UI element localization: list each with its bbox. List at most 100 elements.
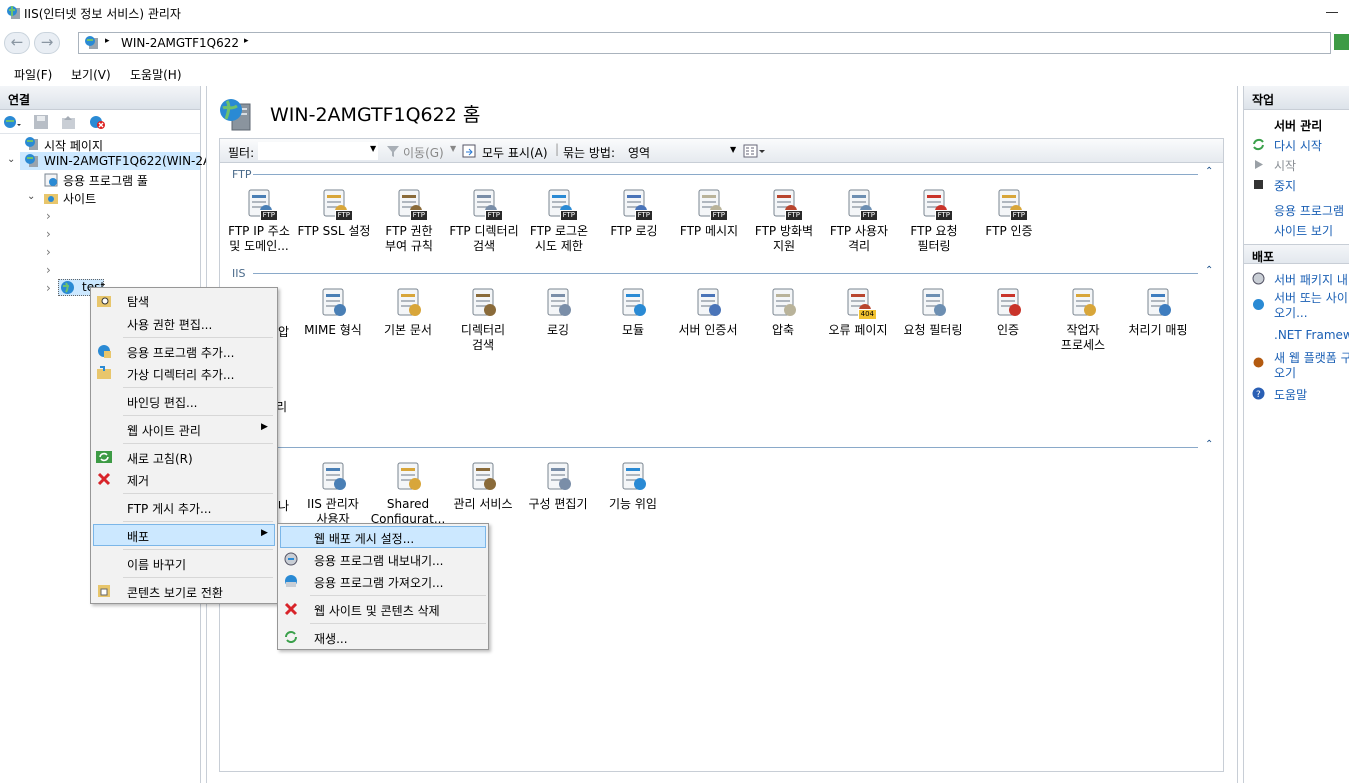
collapse-arrow-icon[interactable]: ⌄: [27, 191, 35, 202]
menu-add-ftp-publishing[interactable]: FTP 게시 추가...: [127, 500, 212, 517]
menu-edit-permissions[interactable]: 사용 권한 편집...: [127, 316, 212, 333]
feature-tile[interactable]: FTP FTP 방화벽 지원: [746, 187, 822, 254]
disconnect-icon[interactable]: [89, 114, 107, 130]
feature-tile[interactable]: 디렉터리 검색: [445, 286, 521, 353]
feature-tile[interactable]: 기능 위임: [595, 460, 671, 512]
feature-tile[interactable]: FTP FTP SSL 설정: [296, 187, 372, 239]
tree-server[interactable]: WIN-2AMGTF1Q622(WIN-2A: [44, 154, 211, 168]
action-view-sites[interactable]: 사이트 보기: [1274, 222, 1333, 239]
view-mode-icon[interactable]: [743, 144, 767, 158]
menu-help[interactable]: 도움말(H): [130, 66, 182, 83]
collapse-group-icon[interactable]: ⌃: [1205, 265, 1213, 276]
address-box[interactable]: ▸ WIN-2AMGTF1Q622 ▸: [78, 32, 1331, 54]
collapse-arrow-icon[interactable]: ⌄: [7, 154, 15, 165]
feature-tile[interactable]: IIS 관리자 사용자: [295, 460, 371, 527]
feature-tile[interactable]: FTP FTP 메시지: [671, 187, 747, 239]
feature-tile[interactable]: 로깅: [520, 286, 596, 338]
menu-file[interactable]: 파일(F): [14, 66, 52, 83]
feature-tile[interactable]: FTP FTP 사용자 격리: [821, 187, 897, 254]
action-stop[interactable]: 중지: [1274, 177, 1296, 194]
collapse-group-icon[interactable]: ⌃: [1205, 439, 1213, 450]
action-start[interactable]: 시작: [1274, 157, 1296, 174]
feature-icon: [916, 286, 950, 320]
feature-tile[interactable]: 기본 문서: [370, 286, 446, 338]
show-all-button[interactable]: 모두 표시(A): [482, 144, 548, 161]
ftp-badge-icon: FTP: [334, 210, 353, 221]
export-package-icon: [1252, 272, 1265, 285]
feature-tile[interactable]: 작업자 프로세스: [1045, 286, 1121, 353]
menu-edit-bindings[interactable]: 바인딩 편집...: [127, 394, 197, 411]
menu-remove[interactable]: 제거: [127, 472, 149, 489]
submenu-import-app[interactable]: 응용 프로그램 가져오기...: [314, 574, 443, 591]
menu-explore[interactable]: 탐색: [127, 293, 149, 310]
feature-tile[interactable]: FTP FTP 로깅: [596, 187, 672, 239]
menu-switch-content-view[interactable]: 콘텐츠 보기로 전환: [127, 584, 223, 601]
action-help[interactable]: 도움말: [1274, 386, 1307, 403]
expand-arrow-icon[interactable]: ›: [46, 227, 51, 241]
breadcrumb-server[interactable]: WIN-2AMGTF1Q622: [121, 36, 239, 50]
menu-deploy[interactable]: 배포: [127, 528, 149, 545]
submenu-export-app[interactable]: 응용 프로그램 내보내기...: [314, 552, 443, 569]
feature-label-line1: 처리기 매핑: [1128, 323, 1188, 337]
submenu-web-deploy-publish[interactable]: 웹 배포 게시 설정...: [314, 530, 414, 547]
feature-tile[interactable]: 처리기 매핑: [1120, 286, 1196, 338]
action-net-framework[interactable]: .NET Framewo: [1274, 328, 1349, 342]
dropdown-arrow-icon[interactable]: ▼: [450, 144, 456, 153]
menu-rename[interactable]: 이름 바꾸기: [127, 556, 186, 573]
ftp-badge-icon: FTP: [409, 210, 428, 221]
feature-tile[interactable]: FTP FTP 로그온 시도 제한: [521, 187, 597, 254]
menu-add-application[interactable]: 응용 프로그램 추가...: [127, 344, 234, 361]
menu-view[interactable]: 보기(V): [71, 66, 111, 83]
go-button[interactable]: 이동(G): [403, 144, 444, 161]
expand-arrow-icon[interactable]: ›: [46, 263, 51, 277]
dropdown-arrow-icon[interactable]: ▼: [370, 144, 376, 153]
menu-manage-website[interactable]: 웹 사이트 관리: [127, 422, 201, 439]
feature-tile[interactable]: 서버 인증서: [670, 286, 746, 338]
save-icon[interactable]: [33, 114, 49, 130]
action-app-pools[interactable]: 응용 프로그램: [1274, 202, 1344, 219]
feature-tile[interactable]: FTP FTP 요청 필터링: [896, 187, 972, 254]
connect-globe-icon[interactable]: [3, 114, 21, 130]
action-web-platform-line2[interactable]: 오기: [1274, 364, 1296, 381]
feature-tile[interactable]: FTP FTP IP 주소 및 도메인...: [221, 187, 297, 254]
content-view-icon: [98, 585, 110, 597]
feature-tile[interactable]: MIME 형식: [295, 286, 371, 338]
action-export-server-package[interactable]: 서버 패키지 내: [1274, 271, 1348, 288]
tree-app-pools[interactable]: 응용 프로그램 풀: [63, 172, 148, 189]
expand-arrow-icon[interactable]: ›: [46, 209, 51, 223]
feature-tile[interactable]: 인증: [970, 286, 1046, 338]
feature-tile[interactable]: 모듈: [595, 286, 671, 338]
tree-sites[interactable]: 사이트: [63, 190, 96, 207]
menu-add-virtual-directory[interactable]: 가상 디렉터리 추가...: [127, 366, 234, 383]
menu-refresh[interactable]: 새로 고침(R): [127, 450, 193, 467]
forward-button[interactable]: →: [34, 32, 60, 54]
feature-icon: [541, 286, 575, 320]
feature-tile[interactable]: 요청 필터링: [895, 286, 971, 338]
action-restart[interactable]: 다시 시작: [1274, 137, 1322, 154]
feature-icon: FTP: [692, 187, 728, 221]
submenu-delete-site[interactable]: 웹 사이트 및 콘텐츠 삭제: [314, 602, 440, 619]
feature-tile[interactable]: Shared Configurat...: [370, 460, 446, 527]
action-import-line2[interactable]: 오기...: [1274, 304, 1308, 321]
breadcrumb-arrow-icon[interactable]: ▸: [244, 36, 249, 46]
feature-label-line2: 필터링: [917, 239, 951, 253]
expand-arrow-icon[interactable]: ›: [46, 245, 51, 259]
feature-tile[interactable]: 압축: [745, 286, 821, 338]
ftp-badge-icon: FTP: [559, 210, 578, 221]
feature-tile[interactable]: 404 오류 페이지: [820, 286, 896, 338]
back-button[interactable]: ←: [4, 32, 30, 54]
filter-input[interactable]: [258, 142, 378, 160]
feature-tile[interactable]: FTP FTP 인증: [971, 187, 1047, 239]
refresh-address-icon[interactable]: [1334, 34, 1349, 50]
expand-arrow-icon[interactable]: ›: [46, 281, 51, 295]
feature-tile[interactable]: 관리 서비스: [445, 460, 521, 512]
feature-tile[interactable]: FTP FTP 권한 부여 규칙: [371, 187, 447, 254]
feature-tile[interactable]: FTP FTP 디렉터리 검색: [446, 187, 522, 254]
group-by-select[interactable]: 영역 ▼: [622, 142, 742, 160]
error-code-icon: 404: [857, 309, 877, 320]
minimize-button[interactable]: [1326, 12, 1338, 13]
collapse-group-icon[interactable]: ⌃: [1205, 166, 1213, 177]
up-level-icon[interactable]: [60, 114, 76, 130]
submenu-recycle[interactable]: 재생...: [314, 630, 348, 647]
feature-tile[interactable]: 구성 편집기: [520, 460, 596, 512]
